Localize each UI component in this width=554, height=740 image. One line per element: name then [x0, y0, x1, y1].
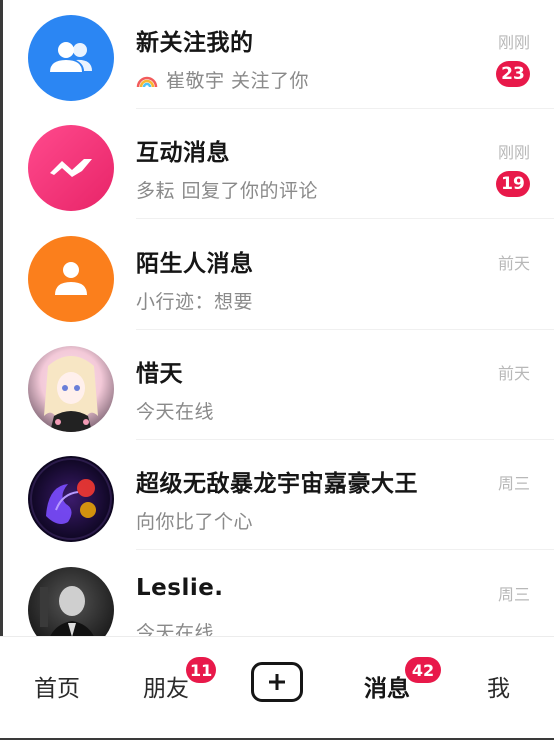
plus-icon — [269, 674, 285, 690]
message-row-dragon-king[interactable]: 超级无敌暴龙宇宙嘉豪大王 向你比了个心 周三 — [0, 440, 554, 550]
message-time: 周三 — [497, 585, 530, 604]
message-row-interactions[interactable]: 互动消息 多耘 回复了你的评论 刚刚 19 — [0, 109, 554, 219]
messages-badge: 42 — [405, 657, 441, 683]
message-time: 前天 — [497, 364, 530, 383]
message-title: 陌生人消息 — [136, 251, 254, 277]
person-icon — [28, 236, 114, 322]
create-button[interactable] — [251, 662, 303, 702]
message-subtitle: 小行迹：想要 — [136, 291, 254, 313]
message-row-new-followers[interactable]: 新关注我的 崔敬宇 关注了你 刚刚 23 — [0, 0, 554, 109]
divider — [136, 549, 554, 550]
rainbow-icon — [136, 76, 158, 88]
man-portrait-avatar — [28, 567, 114, 637]
message-title: 惜天 — [136, 361, 183, 387]
tab-messages[interactable]: 消息 — [364, 669, 410, 703]
message-subtitle: 多耘 回复了你的评论 — [136, 180, 319, 202]
message-row-xitian[interactable]: 惜天 今天在线 前天 — [0, 330, 554, 440]
message-subtitle-text: 崔敬宇 关注了你 — [166, 70, 310, 92]
bottom-tab-bar: 首页 朋友 11 消息 42 我 — [0, 636, 554, 740]
message-title: 互动消息 — [136, 140, 230, 166]
tab-home[interactable]: 首页 — [34, 669, 80, 703]
unread-badge: 23 — [496, 61, 530, 87]
message-title: Leslie. — [136, 575, 224, 601]
message-row-strangers[interactable]: 陌生人消息 小行迹：想要 前天 — [0, 220, 554, 330]
users-icon — [28, 15, 114, 101]
message-subtitle: 今天在线 — [136, 622, 215, 637]
message-time: 前天 — [497, 254, 530, 273]
message-subtitle: 向你比了个心 — [136, 511, 254, 533]
message-time: 刚刚 — [497, 33, 530, 52]
tab-friends[interactable]: 朋友 — [143, 669, 189, 703]
tab-me[interactable]: 我 — [487, 669, 510, 703]
message-title: 超级无敌暴龙宇宙嘉豪大王 — [136, 471, 418, 497]
message-time: 周三 — [497, 474, 530, 493]
dragon-avatar — [28, 456, 114, 542]
message-time: 刚刚 — [497, 143, 530, 162]
message-subtitle: 今天在线 — [136, 401, 215, 423]
friends-badge: 11 — [186, 657, 217, 683]
lightning-icon — [28, 125, 114, 211]
message-title: 新关注我的 — [136, 30, 254, 56]
divider — [136, 218, 554, 219]
message-row-leslie[interactable]: Leslie. 今天在线 周三 — [0, 551, 554, 637]
anime-girl-avatar — [28, 346, 114, 432]
message-subtitle: 崔敬宇 关注了你 — [136, 66, 309, 93]
unread-badge: 19 — [496, 171, 530, 197]
message-list: 新关注我的 崔敬宇 关注了你 刚刚 23 互动消息 多耘 回复了你的评论 刚刚 … — [0, 0, 554, 637]
